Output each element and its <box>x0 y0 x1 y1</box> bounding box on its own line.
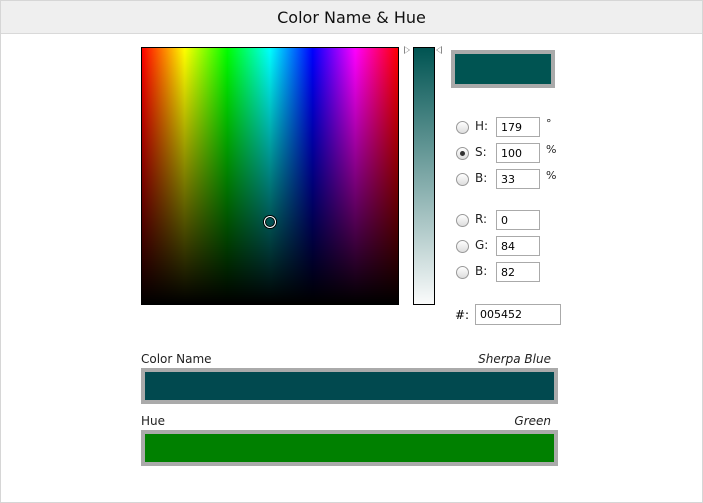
hue-radio[interactable] <box>456 121 469 134</box>
degree-unit: ° <box>546 117 552 130</box>
hue-input[interactable] <box>496 117 540 137</box>
color-name-label: Color Name <box>141 352 212 366</box>
page-title: Color Name & Hue <box>1 1 702 34</box>
blue-radio[interactable] <box>456 266 469 279</box>
red-radio[interactable] <box>456 214 469 227</box>
hex-label: #: <box>455 308 470 322</box>
color-cursor[interactable] <box>264 216 276 228</box>
color-name-swatch <box>141 368 558 404</box>
saturation-input[interactable] <box>496 143 540 163</box>
slider-arrow-right-icon[interactable] <box>436 46 442 54</box>
blue-input[interactable] <box>496 262 540 282</box>
green-label: G: <box>475 238 489 252</box>
hex-input[interactable] <box>475 304 561 325</box>
current-color-swatch <box>451 50 555 88</box>
percent-unit: % <box>546 143 557 156</box>
color-tool-panel: Color Name & Hue H: ° S: % B: % R: G: B: <box>0 0 703 503</box>
red-input[interactable] <box>496 210 540 230</box>
red-label: R: <box>475 212 488 226</box>
blue-label: B: <box>475 264 488 278</box>
slider-arrow-left-icon[interactable] <box>404 46 410 54</box>
saturation-brightness-field[interactable] <box>141 47 399 305</box>
hue-name-label: Hue <box>141 414 166 428</box>
saturation-radio[interactable] <box>456 147 469 160</box>
hue-swatch <box>141 430 558 466</box>
brightness-input[interactable] <box>496 169 540 189</box>
hue-label: H: <box>475 119 489 133</box>
hue-name-value: Green <box>514 414 551 428</box>
percent-unit: % <box>546 169 557 182</box>
color-name-value: Sherpa Blue <box>478 352 551 366</box>
green-input[interactable] <box>496 236 540 256</box>
saturation-slider[interactable] <box>413 47 435 305</box>
saturation-label: S: <box>475 145 487 159</box>
brightness-label: B: <box>475 171 488 185</box>
brightness-radio[interactable] <box>456 173 469 186</box>
green-radio[interactable] <box>456 240 469 253</box>
